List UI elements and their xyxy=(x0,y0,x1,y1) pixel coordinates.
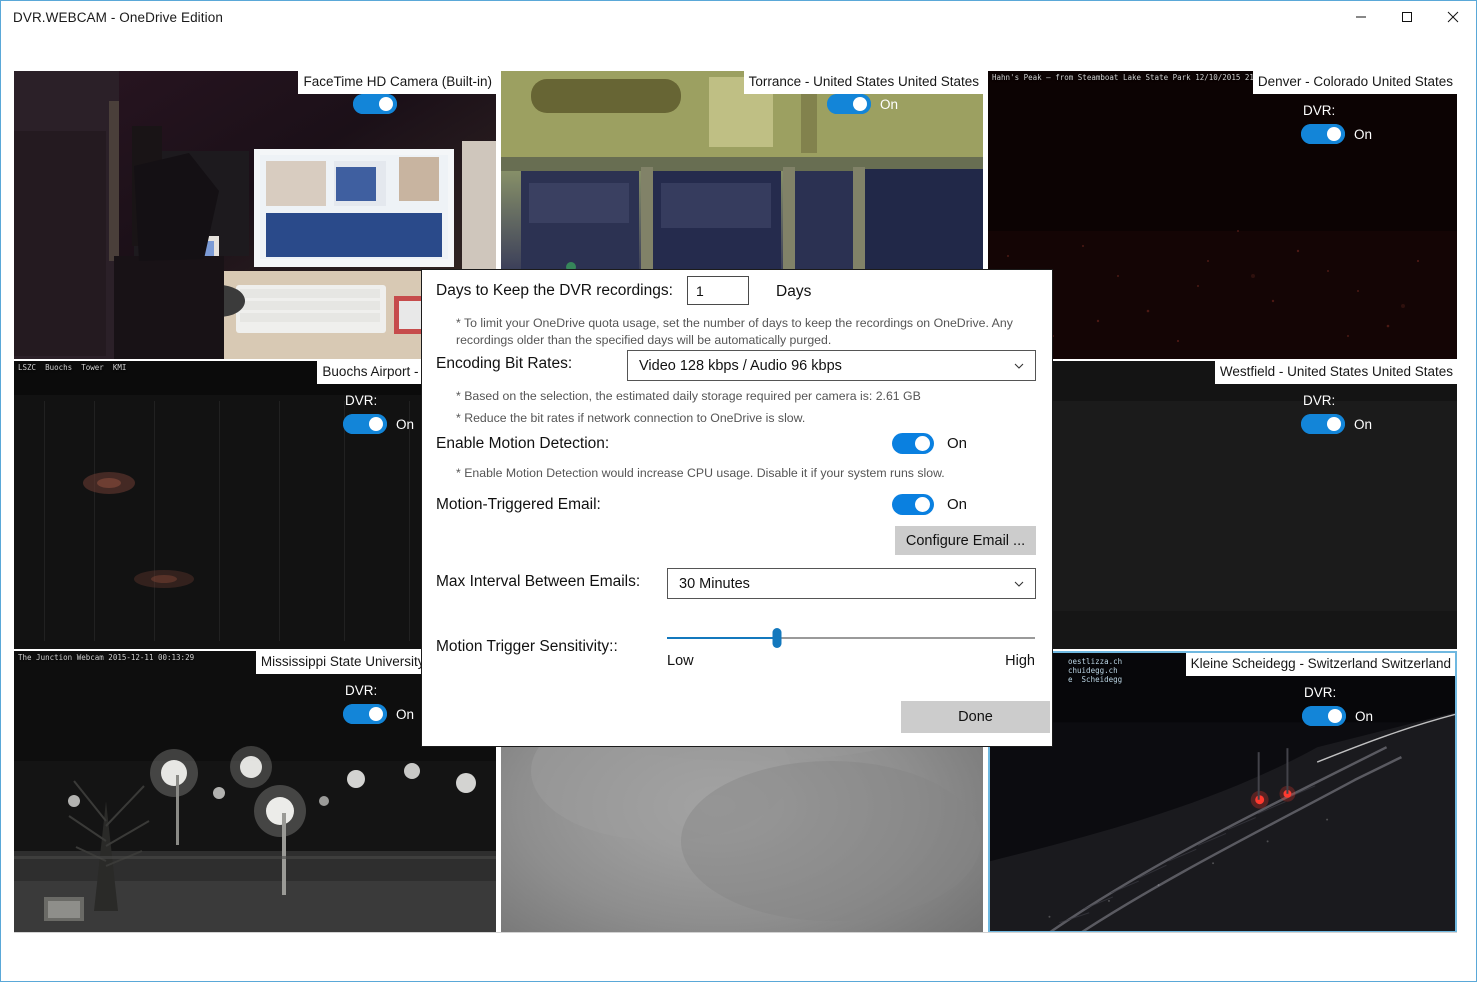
dvr-control: DVR: On xyxy=(1301,685,1373,726)
toggle-knob xyxy=(368,707,383,721)
bitrate-note-network: * Reduce the bit rates if network connec… xyxy=(456,411,806,425)
dvr-toggle[interactable] xyxy=(342,414,387,434)
toggle-knob xyxy=(368,417,383,431)
dvr-toggle[interactable] xyxy=(1300,414,1345,434)
dvr-label: DVR: xyxy=(344,393,378,408)
dvr-state-label: On xyxy=(1353,126,1372,142)
dvr-label: DVR: xyxy=(1302,393,1336,408)
sensitivity-high-label: High xyxy=(1005,653,1035,669)
camera-timestamp-overlay: Hahn's Peak – from Steamboat Lake State … xyxy=(992,73,1263,82)
minimize-button[interactable] xyxy=(1338,1,1384,33)
dvr-control xyxy=(353,89,406,114)
camera-feed-image xyxy=(988,71,1457,359)
toggle-knob xyxy=(852,97,867,111)
dvr-state-label: On xyxy=(879,96,898,112)
configure-email-button[interactable]: Configure Email ... xyxy=(895,526,1036,555)
title-bar: DVR.WEBCAM - OneDrive Edition xyxy=(1,1,1476,33)
sensitivity-slider[interactable]: Low High xyxy=(667,628,1035,677)
camera-timestamp-overlay: The Junction Webcam 2015-12-11 00:13:29 xyxy=(18,653,195,662)
dvr-state-label: On xyxy=(395,706,414,722)
max-interval-value: 30 Minutes xyxy=(679,575,750,592)
toggle-knob xyxy=(915,497,930,512)
camera-label: Westfield - United States United States xyxy=(1214,361,1457,384)
dvr-settings-dialog: Days to Keep the DVR recordings: Days * … xyxy=(421,269,1053,747)
days-to-keep-row: Days to Keep the DVR recordings: xyxy=(436,282,673,300)
bitrate-select[interactable]: Video 128 kbps / Audio 96 kbps xyxy=(627,350,1036,381)
bitrate-value: Video 128 kbps / Audio 96 kbps xyxy=(639,357,842,374)
dvr-toggle[interactable] xyxy=(1300,124,1345,144)
maximize-button[interactable] xyxy=(1384,1,1430,33)
camera-feed-image xyxy=(988,361,1457,649)
window-title: DVR.WEBCAM - OneDrive Edition xyxy=(13,9,223,25)
days-to-keep-label: Days to Keep the DVR recordings: xyxy=(436,282,673,299)
toggle-knob xyxy=(379,97,393,111)
status-bar xyxy=(14,932,1457,973)
bitrate-label: Encoding Bit Rates: xyxy=(436,355,573,372)
camera-timestamp-overlay: LSZC Buochs Tower KMI xyxy=(18,363,127,372)
toggle-knob xyxy=(915,436,930,451)
dvr-label: DVR: xyxy=(344,683,378,698)
dvr-state-label: On xyxy=(1354,708,1373,724)
max-interval-select[interactable]: 30 Minutes xyxy=(667,568,1036,599)
dvr-toggle[interactable] xyxy=(1301,706,1346,726)
camera-label: Denver - Colorado United States xyxy=(1252,71,1457,94)
bitrate-row: Encoding Bit Rates: xyxy=(436,355,572,373)
dvr-toggle[interactable] xyxy=(826,94,871,114)
sensitivity-label: Motion Trigger Sensitivity:: xyxy=(436,638,618,655)
dvr-label: DVR: xyxy=(1302,103,1336,118)
application-window: DVR.WEBCAM - OneDrive Edition FaceTime H… xyxy=(0,0,1477,982)
slider-thumb[interactable] xyxy=(772,628,782,648)
close-button[interactable] xyxy=(1430,1,1476,33)
dvr-control: DVR: On xyxy=(1300,393,1372,434)
camera-tile-scheidegg[interactable]: oestlizza.ch chuidegg.ch e Scheidegg Kle… xyxy=(988,651,1457,933)
motion-email-toggle[interactable] xyxy=(892,494,934,515)
chevron-down-icon xyxy=(1013,578,1025,590)
camera-tile-denver[interactable]: Hahn's Peak – from Steamboat Lake State … xyxy=(988,71,1457,359)
motion-email-label: Motion-Triggered Email: xyxy=(436,496,601,513)
dvr-state-label: On xyxy=(395,416,414,432)
toggle-knob xyxy=(1326,417,1341,431)
sensitivity-low-label: Low xyxy=(667,653,694,669)
days-note: * To limit your OneDrive quota usage, se… xyxy=(456,316,1013,347)
dvr-control: On xyxy=(826,89,898,114)
motion-detection-label: Enable Motion Detection: xyxy=(436,435,610,452)
window-controls xyxy=(1338,1,1476,33)
slider-fill xyxy=(667,637,778,639)
camera-label: Kleine Scheidegg - Switzerland Switzerla… xyxy=(1185,653,1455,676)
motion-email-row: Motion-Triggered Email: xyxy=(436,496,601,514)
camera-feed-image xyxy=(990,653,1455,931)
dvr-toggle[interactable] xyxy=(353,94,397,114)
camera-tile-westfield[interactable]: Westfield - United States United States … xyxy=(988,361,1457,649)
dvr-toggle[interactable] xyxy=(342,704,387,724)
sensitivity-row: Motion Trigger Sensitivity:: xyxy=(436,638,618,656)
motion-email-state: On xyxy=(947,496,968,513)
done-button[interactable]: Done xyxy=(901,701,1050,733)
motion-detection-row: Enable Motion Detection: xyxy=(436,435,609,453)
toggle-knob xyxy=(1327,709,1342,723)
dvr-control: DVR: On xyxy=(1300,103,1372,144)
chevron-down-icon xyxy=(1013,360,1025,372)
days-unit-label: Days xyxy=(776,283,812,300)
motion-email-control: On xyxy=(892,494,967,515)
max-interval-row: Max Interval Between Emails: xyxy=(436,573,640,591)
motion-detection-note: * Enable Motion Detection would increase… xyxy=(456,466,945,480)
dvr-control: DVR: On xyxy=(342,683,414,724)
dvr-state-label: On xyxy=(1353,416,1372,432)
bitrate-note-storage: * Based on the selection, the estimated … xyxy=(456,389,921,403)
max-interval-label: Max Interval Between Emails: xyxy=(436,573,641,590)
motion-detection-control: On xyxy=(892,433,967,454)
dvr-label: DVR: xyxy=(1303,685,1337,700)
toggle-knob xyxy=(1326,127,1341,141)
days-to-keep-input[interactable] xyxy=(687,276,749,305)
motion-detection-toggle[interactable] xyxy=(892,433,934,454)
camera-timestamp-overlay: oestlizza.ch chuidegg.ch e Scheidegg xyxy=(1068,657,1123,684)
dvr-control: DVR: On xyxy=(342,393,414,434)
motion-detection-state: On xyxy=(947,435,968,452)
